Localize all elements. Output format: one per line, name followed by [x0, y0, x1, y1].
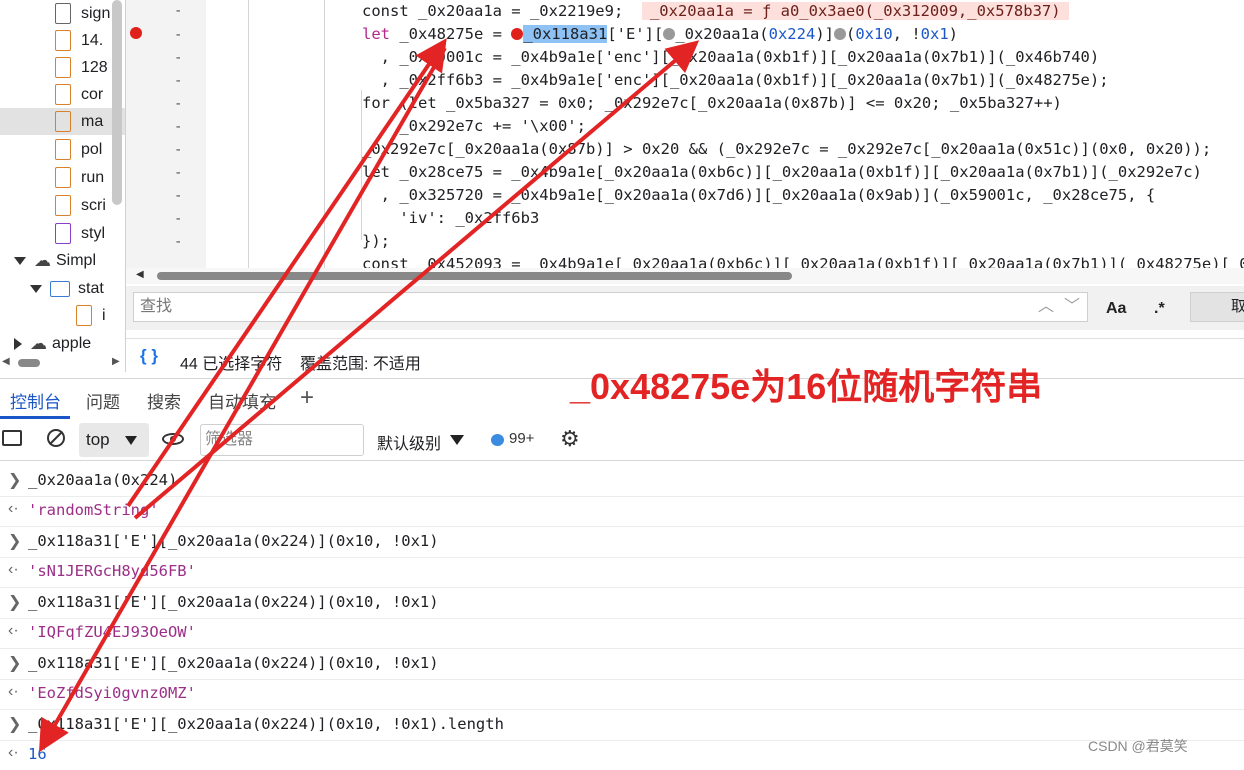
- annotation-arrow: [133, 40, 700, 520]
- annotation-arrow: [39, 47, 447, 753]
- annotation-arrows: [39, 38, 700, 753]
- annotation-arrow: [126, 38, 447, 508]
